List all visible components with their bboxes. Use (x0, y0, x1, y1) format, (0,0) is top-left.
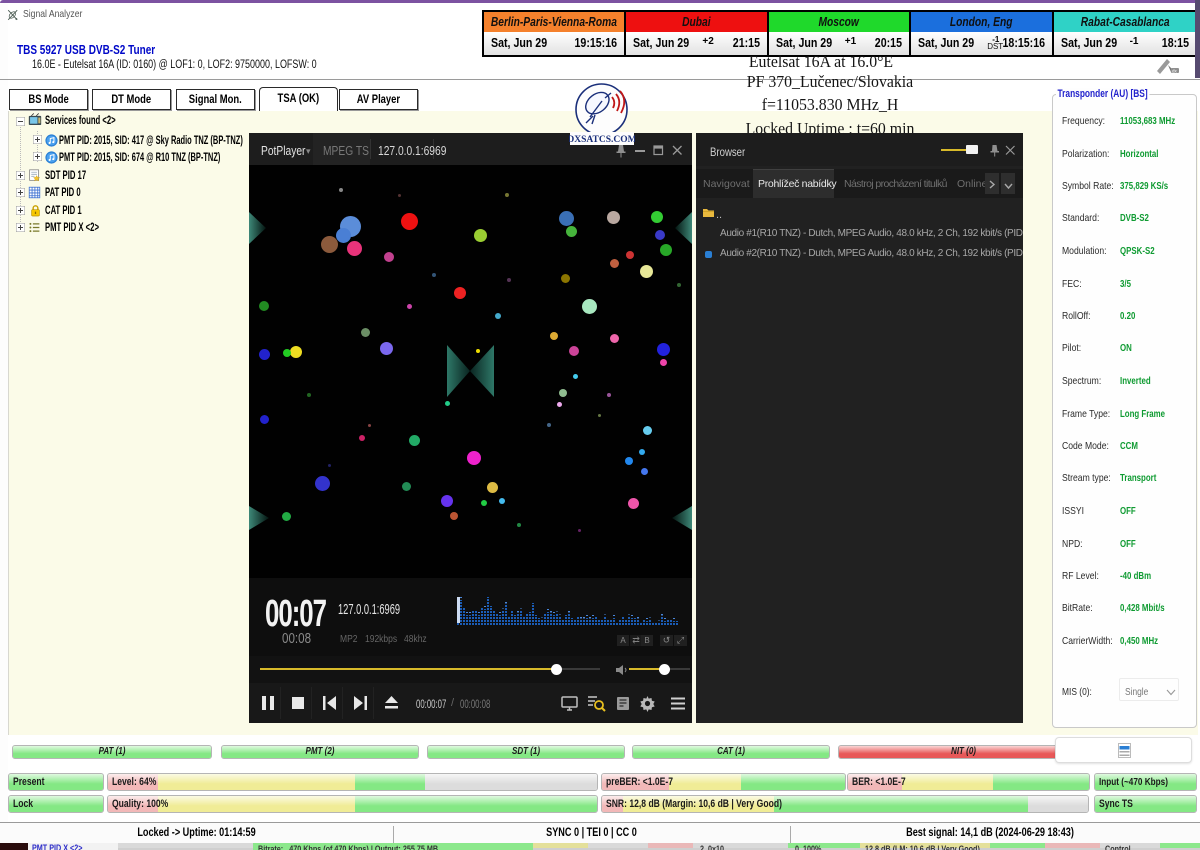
svg-text:DXSATCS.COM: DXSATCS.COM (569, 135, 635, 145)
svg-text:dx: dx (1172, 69, 1178, 74)
